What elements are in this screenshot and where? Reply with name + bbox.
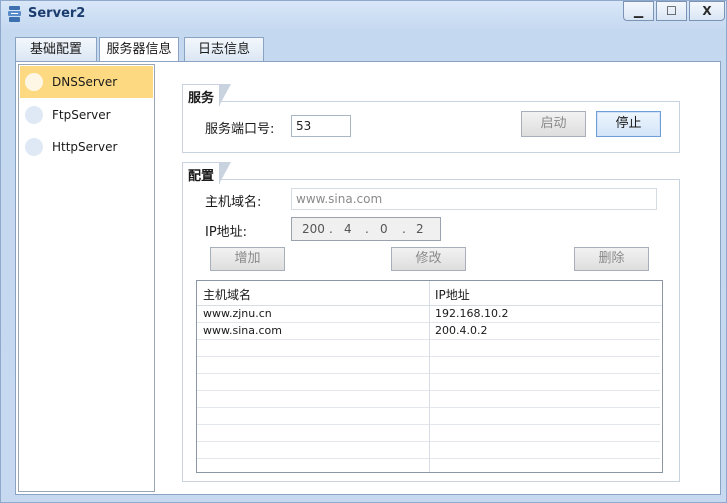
ip-octet-4: 2 <box>416 222 424 236</box>
service-item-dns[interactable]: DNSServer <box>20 66 153 98</box>
ip-dot: . <box>329 222 333 236</box>
table-cell: 192.168.10.2 <box>435 307 509 320</box>
bullet-icon <box>25 138 43 156</box>
service-item-http[interactable]: HttpServer <box>20 131 153 163</box>
service-item-ftp[interactable]: FtpServer <box>20 99 153 131</box>
service-section-title: 服务 <box>188 91 215 106</box>
tab-basic-config[interactable]: 基础配置 <box>15 37 97 62</box>
column-header-ip[interactable]: IP地址 <box>429 281 662 306</box>
dns-records-table: 主机域名 IP地址 www.zjnu.cn 192.168.10.2 www.s… <box>196 280 663 473</box>
modify-button[interactable]: 修改 <box>391 247 466 271</box>
service-group-title: 服务 <box>182 84 231 108</box>
service-item-label: FtpServer <box>52 108 111 122</box>
window-title: Server2 <box>28 6 86 21</box>
table-cell: www.zjnu.cn <box>203 307 272 320</box>
server-info-panel: DNSServer FtpServer HttpServer 服务 服务端口号:… <box>15 61 721 495</box>
minimize-button[interactable]: ▁ <box>623 1 654 21</box>
table-right-edge <box>662 281 663 472</box>
ip-octet-3: 0 <box>380 222 388 236</box>
ip-dot: . <box>365 222 369 236</box>
close-button[interactable]: X <box>689 1 725 21</box>
service-list: DNSServer FtpServer HttpServer <box>18 64 155 492</box>
delete-button[interactable]: 删除 <box>574 247 649 271</box>
config-group-title: 配置 <box>182 162 231 186</box>
tab-log-info[interactable]: 日志信息 <box>184 37 264 62</box>
server-app-icon <box>8 6 21 22</box>
bullet-icon <box>25 73 43 91</box>
table-cell: 200.4.0.2 <box>435 324 488 337</box>
port-label: 服务端口号: <box>205 122 275 137</box>
service-item-label: HttpServer <box>52 140 118 154</box>
ip-octet-1: 200 <box>302 222 325 236</box>
tab-server-info[interactable]: 服务器信息 <box>99 37 179 63</box>
maximize-button[interactable]: ☐ <box>656 1 687 21</box>
ip-address-input[interactable]: 200 . 4 . 0 . 2 <box>291 217 441 241</box>
add-button[interactable]: 增加 <box>210 247 285 271</box>
title-bar: Server2 ▁ ☐ X <box>1 1 726 27</box>
column-header-hostname[interactable]: 主机域名 <box>197 281 429 306</box>
table-cell: www.sina.com <box>203 324 282 337</box>
host-input[interactable]: www.sina.com <box>291 188 657 210</box>
ip-dot: . <box>402 222 406 236</box>
start-button[interactable]: 启动 <box>521 111 586 137</box>
config-section-title: 配置 <box>188 169 215 184</box>
service-item-label: DNSServer <box>52 75 118 89</box>
host-label: 主机域名: <box>205 195 262 210</box>
server-window: Server2 ▁ ☐ X 基础配置 服务器信息 日志信息 DNSServer … <box>0 0 727 503</box>
ip-label: IP地址: <box>205 225 248 240</box>
port-input[interactable]: 53 <box>291 115 351 137</box>
ip-octet-2: 4 <box>344 222 352 236</box>
stop-button[interactable]: 停止 <box>596 111 661 137</box>
bullet-icon <box>25 106 43 124</box>
column-divider <box>429 281 430 472</box>
